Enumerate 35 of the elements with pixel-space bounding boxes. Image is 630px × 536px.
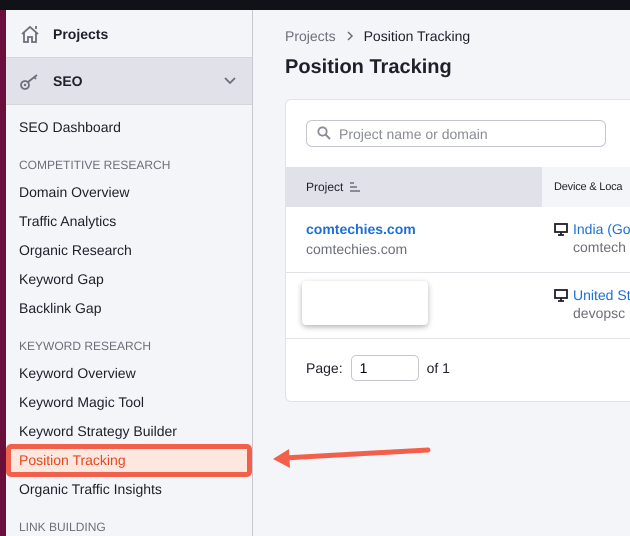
nav-item[interactable]: Domain Overview (6, 178, 252, 207)
table-row[interactable]: comtechies.com comtechies.com India (Go comtech (286, 207, 630, 273)
nav-item[interactable]: Keyword Magic Tool (6, 388, 252, 417)
breadcrumb-link[interactable]: Projects (285, 28, 336, 44)
project-link[interactable]: comtechies.com (306, 221, 522, 237)
breadcrumb-current: Position Tracking (364, 28, 470, 44)
location-domain: comtech (572, 239, 627, 255)
search-icon (317, 126, 331, 140)
nav-item[interactable]: Organic Research (6, 236, 252, 265)
nav-item[interactable]: Keyword Gap (6, 265, 252, 294)
column-header[interactable]: Project (286, 167, 542, 207)
page-total: of 1 (426, 360, 450, 376)
chevron-right-icon (346, 30, 354, 42)
sort-icon (349, 182, 362, 192)
nav-item[interactable]: SEO Dashboard (6, 113, 252, 142)
chevron-icon (224, 77, 236, 85)
nav-item[interactable]: Traffic Analytics (6, 207, 252, 236)
section-heading: COMPETITIVE RESEARCH (18, 157, 172, 174)
page-label: Page: (306, 360, 343, 376)
project-domain: comtechies.com (306, 241, 408, 257)
seo-nav-item[interactable]: SEO (6, 58, 252, 105)
nav-item[interactable]: Keyword Strategy Builder (6, 417, 252, 446)
location-domain: devopsc (572, 305, 626, 321)
nav-item[interactable]: Organic Traffic Insights (6, 475, 252, 504)
page-input[interactable]: 1 (350, 355, 419, 381)
page-title: Position Tracking (285, 56, 453, 79)
section-heading: LINK BUILDING (18, 519, 107, 536)
monitor-icon (554, 288, 568, 302)
location-link[interactable]: India (Go (573, 221, 630, 237)
search-field[interactable]: Project name or domain (306, 120, 606, 147)
nav-item[interactable]: Keyword Overview (6, 359, 252, 388)
nav-item[interactable]: Backlink Gap (6, 294, 252, 323)
section-heading: KEYWORD RESEARCH (18, 338, 152, 355)
column-header[interactable]: Device & Loca (542, 167, 630, 207)
monitor-icon (554, 222, 568, 236)
